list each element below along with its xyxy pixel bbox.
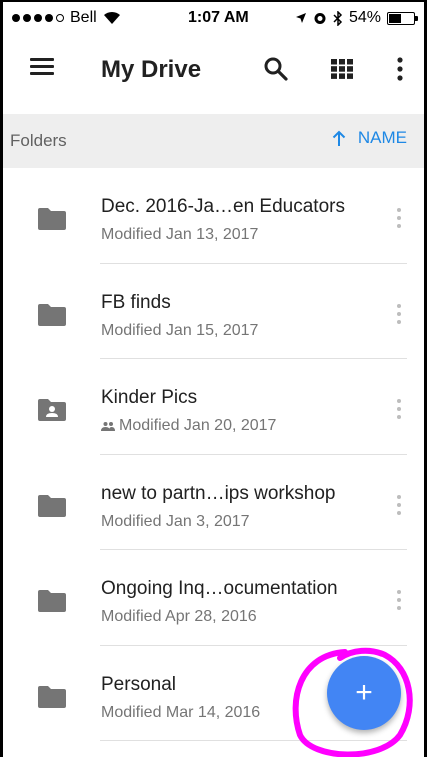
shared-folder-icon bbox=[38, 399, 66, 421]
alarm-icon bbox=[314, 13, 326, 24]
bluetooth-icon bbox=[333, 10, 343, 26]
folder-icon bbox=[38, 685, 66, 708]
folder-name: Kinder Pics bbox=[101, 387, 198, 408]
modified-text: Modified Mar 14, 2016 bbox=[101, 703, 261, 721]
signal-strength-icon bbox=[12, 14, 64, 22]
wifi-icon bbox=[103, 11, 120, 24]
menu-icon[interactable] bbox=[30, 58, 54, 76]
status-right: 54% bbox=[295, 9, 418, 27]
arrow-up-icon bbox=[332, 130, 346, 146]
folder-row[interactable]: Ongoing Inq…ocumentation Modified Apr 28… bbox=[0, 550, 427, 646]
sort-button[interactable]: NAME bbox=[332, 128, 407, 148]
status-left: Bell bbox=[12, 9, 121, 27]
modified-text: Modified Jan 3, 2017 bbox=[101, 512, 250, 530]
page-title: My Drive bbox=[101, 56, 202, 83]
folder-name: Personal bbox=[101, 673, 176, 695]
section-label: Folders bbox=[10, 131, 67, 150]
modified-text: Modified Jan 13, 2017 bbox=[101, 226, 259, 243]
more-vert-icon[interactable] bbox=[392, 55, 408, 83]
sort-label: NAME bbox=[357, 128, 407, 147]
more-vert-icon[interactable] bbox=[394, 302, 404, 326]
folder-modified: Modified Jan 20, 2017 bbox=[101, 417, 276, 435]
folder-name: Ongoing Inq…ocumentation bbox=[101, 578, 338, 599]
search-icon[interactable] bbox=[263, 56, 289, 82]
folder-modified: Modified Apr 28, 2016 bbox=[101, 608, 257, 626]
plus-icon: + bbox=[355, 676, 373, 709]
folder-icon bbox=[38, 494, 66, 517]
more-vert-icon[interactable] bbox=[394, 397, 404, 421]
folder-name: Dec. 2016-Ja…en Educators bbox=[101, 196, 345, 217]
folder-row[interactable]: FB finds Modified Jan 15, 2017 bbox=[0, 264, 427, 359]
folder-icon bbox=[38, 303, 66, 326]
location-arrow-icon bbox=[295, 13, 306, 23]
status-time: 1:07 AM bbox=[188, 9, 249, 26]
grid-view-icon[interactable] bbox=[331, 59, 353, 79]
carrier-name: Bell bbox=[70, 9, 97, 26]
divider bbox=[100, 740, 407, 741]
folder-modified: Modified Jan 3, 2017 bbox=[101, 513, 250, 531]
battery-percent: 54% bbox=[348, 9, 381, 26]
folder-name: FB finds bbox=[101, 291, 171, 313]
shared-people-icon bbox=[101, 422, 115, 431]
folder-modified: Modified Mar 14, 2016 bbox=[101, 704, 260, 722]
folder-row[interactable]: Dec. 2016-Ja…en Educators Modified Jan 1… bbox=[0, 168, 427, 264]
battery-icon bbox=[387, 11, 418, 25]
folder-modified: Modified Jan 15, 2017 bbox=[101, 322, 258, 340]
more-vert-icon[interactable] bbox=[394, 206, 404, 230]
folder-icon bbox=[38, 590, 66, 612]
folder-modified: Modified Jan 13, 2017 bbox=[101, 226, 258, 244]
modified-text: Modified Jan 20, 2017 bbox=[119, 417, 277, 434]
folder-name: new to partn…ips workshop bbox=[101, 482, 336, 504]
modified-text: Modified Jan 15, 2017 bbox=[101, 321, 259, 339]
modified-text: Modified Apr 28, 2016 bbox=[101, 608, 257, 625]
folder-row[interactable]: new to partn…ips workshop Modified Jan 3… bbox=[0, 455, 427, 550]
app-bar: My Drive bbox=[0, 36, 427, 104]
folder-row[interactable]: Kinder Pics Modified Jan 20, 2017 bbox=[0, 359, 427, 455]
more-vert-icon[interactable] bbox=[394, 588, 404, 612]
status-bar: Bell 1:07 AM 54% bbox=[0, 0, 427, 36]
more-vert-icon[interactable] bbox=[394, 493, 404, 517]
new-button[interactable]: + bbox=[327, 656, 401, 730]
list-header: Folders NAME bbox=[0, 114, 427, 168]
folder-icon bbox=[38, 208, 66, 230]
